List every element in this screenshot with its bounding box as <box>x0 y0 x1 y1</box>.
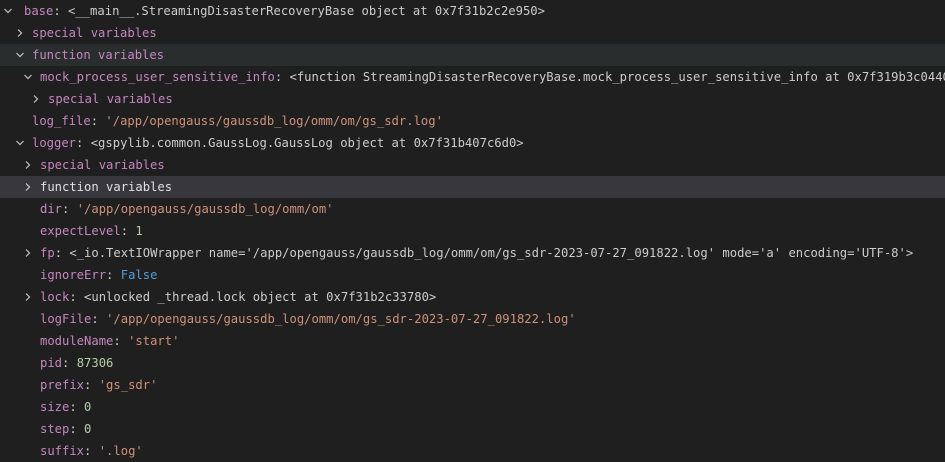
variable-value: 0 <box>84 400 92 414</box>
variable-value: <_io.TextIOWrapper name='/app/opengauss/… <box>69 246 914 260</box>
chevron-right-icon[interactable] <box>22 242 34 264</box>
chevron-down-icon[interactable] <box>14 44 26 66</box>
chevron-down-icon[interactable] <box>14 132 26 154</box>
variable-value: 'start' <box>128 334 180 348</box>
variable-name: size <box>40 400 70 414</box>
chevron-down-icon[interactable] <box>2 0 14 22</box>
variables-tree: base: <__main__.StreamingDisasterRecover… <box>0 0 945 462</box>
chevron-right-icon[interactable] <box>22 176 34 198</box>
variable-value: <__main__.StreamingDisasterRecoveryBase … <box>68 4 545 18</box>
variable-value: 0 <box>84 422 92 436</box>
group-label: special variables <box>32 26 157 40</box>
variable-name: mock_process_user_sensitive_info <box>40 70 275 84</box>
group-label: function variables <box>32 48 165 62</box>
variable-name: prefix <box>40 378 85 392</box>
variable-name: logger <box>32 136 77 150</box>
group-row-function-variables[interactable]: function variables <box>0 176 945 198</box>
variable-value: '/app/opengauss/gaussdb_log/omm/om/gs_sd… <box>105 114 443 128</box>
variable-row-prefix[interactable]: prefix: 'gs_sdr' <box>0 374 945 396</box>
variable-value: '/app/opengauss/gaussdb_log/omm/om' <box>76 202 334 216</box>
variable-row-mock-process-user-sensitive-info[interactable]: mock_process_user_sensitive_info: <funct… <box>0 66 945 88</box>
variable-row-ignoreerr[interactable]: ignoreErr: False <box>0 264 945 286</box>
group-row-special-variables[interactable]: special variables <box>0 154 945 176</box>
variable-name: ignoreErr <box>40 268 107 282</box>
variable-value: 87306 <box>76 356 114 370</box>
group-row-special-variables[interactable]: special variables <box>0 88 945 110</box>
chevron-right-icon[interactable] <box>22 154 34 176</box>
variable-value: False <box>120 268 158 282</box>
variable-row-modulename[interactable]: moduleName: 'start' <box>0 330 945 352</box>
variable-row-fp[interactable]: fp: <_io.TextIOWrapper name='/app/openga… <box>0 242 945 264</box>
variable-value: 1 <box>135 224 143 238</box>
variable-name: dir <box>40 202 63 216</box>
variable-row-suffix[interactable]: suffix: '.log' <box>0 440 945 462</box>
chevron-down-icon[interactable] <box>22 66 34 88</box>
variable-value: 'gs_sdr' <box>98 378 158 392</box>
chevron-right-icon[interactable] <box>14 22 26 44</box>
variable-name: suffix <box>40 444 85 458</box>
chevron-right-icon[interactable] <box>30 88 42 110</box>
variable-name: base <box>24 4 54 18</box>
variable-value: <unlocked _thread.lock object at 0x7f31b… <box>84 290 437 304</box>
variable-name: log_file <box>32 114 91 128</box>
variable-row-pid[interactable]: pid: 87306 <box>0 352 945 374</box>
variable-name: fp <box>40 246 55 260</box>
variable-row-expectlevel[interactable]: expectLevel: 1 <box>0 220 945 242</box>
variable-value: <function StreamingDisasterRecoveryBase.… <box>289 70 945 84</box>
group-row-special-variables[interactable]: special variables <box>0 22 945 44</box>
variable-name: logFile <box>40 312 92 326</box>
variable-row-base[interactable]: base: <__main__.StreamingDisasterRecover… <box>0 0 945 22</box>
variable-row-size[interactable]: size: 0 <box>0 396 945 418</box>
group-label: special variables <box>40 158 165 172</box>
variable-value: <gspylib.common.GaussLog.GaussLog object… <box>90 136 524 150</box>
chevron-right-icon[interactable] <box>22 286 34 308</box>
variable-row-lock[interactable]: lock: <unlocked _thread.lock object at 0… <box>0 286 945 308</box>
group-label: function variables <box>40 180 173 194</box>
group-row-function-variables[interactable]: function variables <box>0 44 945 66</box>
variable-value: '/app/opengauss/gaussdb_log/omm/om/gs_sd… <box>106 312 576 326</box>
variable-name: moduleName <box>40 334 114 348</box>
variable-name: pid <box>40 356 63 370</box>
group-label: special variables <box>48 92 173 106</box>
variable-row-logger[interactable]: logger: <gspylib.common.GaussLog.GaussLo… <box>0 132 945 154</box>
variable-row-log-file[interactable]: log_file: '/app/opengauss/gaussdb_log/om… <box>0 110 945 132</box>
variable-row-dir[interactable]: dir: '/app/opengauss/gaussdb_log/omm/om' <box>0 198 945 220</box>
variable-row-logfile[interactable]: logFile: '/app/opengauss/gaussdb_log/omm… <box>0 308 945 330</box>
variable-name: expectLevel <box>40 224 121 238</box>
variable-row-step[interactable]: step: 0 <box>0 418 945 440</box>
variable-name: lock <box>40 290 70 304</box>
variable-name: step <box>40 422 70 436</box>
variable-value: '.log' <box>98 444 143 458</box>
